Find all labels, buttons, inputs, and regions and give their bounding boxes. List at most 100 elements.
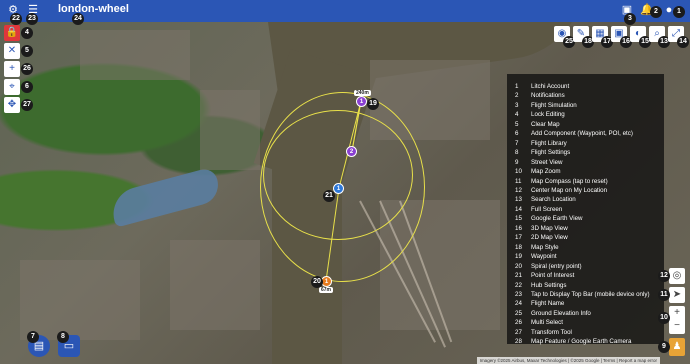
legend-label: Full Screen xyxy=(531,205,563,213)
map-toolbar-item: ⤢ 14 xyxy=(668,26,689,48)
legend-item: 22 Hub Settings xyxy=(515,281,658,290)
zoom-in-button[interactable]: + xyxy=(669,306,685,319)
legend-number: 16 xyxy=(515,224,522,232)
map-toolbar-item: ▣ 16 xyxy=(611,26,632,48)
legend-number: 21 xyxy=(515,272,522,280)
move-icon: ✥ xyxy=(7,99,17,110)
legend-label: Transform Tool xyxy=(531,328,572,336)
legend-number: 22 xyxy=(515,281,522,289)
legend-label: Add Component (Waypoint, POI, etc) xyxy=(531,130,633,138)
street-view-button[interactable]: ♟ xyxy=(669,338,685,356)
legend-number: 12 xyxy=(515,186,522,194)
legend-label: Map Compass (tap to reset) xyxy=(531,177,608,185)
legend-item: 21 Point of Interest xyxy=(515,271,658,280)
add-component-button[interactable]: + xyxy=(4,61,20,77)
legend-label: 2D Map View xyxy=(531,234,568,242)
map-toolbar-item: ✎ 18 xyxy=(573,26,594,48)
close-button[interactable]: ✕ xyxy=(4,43,20,59)
legend-number: 17 xyxy=(515,234,522,242)
legend-label: 3D Map View xyxy=(531,224,568,232)
move-button[interactable]: ✥ xyxy=(4,97,20,113)
badge-8: 8 xyxy=(57,331,69,343)
legend-item: 8 Flight Settings xyxy=(515,148,658,157)
lock-button[interactable]: 🔒 xyxy=(4,25,20,41)
legend-item: 9 Street View xyxy=(515,158,658,167)
legend-label: Flight Library xyxy=(531,139,567,147)
legend-number: 13 xyxy=(515,196,522,204)
legend-label: Center Map on My Location xyxy=(531,186,608,194)
legend-number: 24 xyxy=(515,300,522,308)
legend-item: 3 Flight Simulation xyxy=(515,101,658,110)
legend-number: 6 xyxy=(515,130,519,138)
legend-label: Spiral (entry point) xyxy=(531,262,582,270)
toolbar-badge: 26 xyxy=(21,63,33,75)
legend-item: 11 Map Compass (tap to reset) xyxy=(515,177,658,186)
map-toolbar-item: ◉ 25 xyxy=(554,26,575,48)
legend-label: Notifications xyxy=(531,92,565,100)
spiral-badge: 20 xyxy=(311,276,323,288)
legend-item: 27 Transform Tool xyxy=(515,328,658,337)
waypoint-1[interactable]: 1 xyxy=(356,96,367,107)
legend-item: 7 Flight Library xyxy=(515,139,658,148)
legend-label: Ground Elevation Info xyxy=(531,309,591,317)
legend-item: 1 Litchi Account xyxy=(515,82,658,91)
toolbar-badge: 6 xyxy=(21,81,33,93)
badge-24: 24 xyxy=(72,13,84,25)
top-bar[interactable]: ⚙ ☰ london-wheel ▣ 🔔 ● xyxy=(0,0,690,22)
legend-label: Multi Select xyxy=(531,319,563,327)
legend-item: 28 Map Feature / Google Earth Camera xyxy=(515,337,658,346)
spiral-altitude-tag: 67m xyxy=(319,287,334,293)
legend-item: 17 2D Map View xyxy=(515,233,658,242)
legend-label: Map Feature / Google Earth Camera xyxy=(531,338,632,346)
waypoint-2[interactable]: 2 xyxy=(346,146,357,157)
zoom-out-button[interactable]: − xyxy=(669,319,685,332)
legend-number: 15 xyxy=(515,215,522,223)
location-icon: ⌖ xyxy=(9,81,15,92)
legend-panel: 1 Litchi Account 2 Notifications 3 Flight Sim… xyxy=(507,74,664,346)
legend-item: 6 Add Component (Waypoint, POI, etc) xyxy=(515,129,658,138)
legend-number: 20 xyxy=(515,262,522,270)
legend-label: Search Location xyxy=(531,196,576,204)
legend-item: 20 Spiral (entry point) xyxy=(515,262,658,271)
legend-item: 24 Flight Name xyxy=(515,299,658,308)
legend-label: Lock Editing xyxy=(531,111,565,119)
legend-label: Map Zoom xyxy=(531,168,561,176)
legend-item: 14 Full Screen xyxy=(515,205,658,214)
center-location-button[interactable]: ◎ xyxy=(669,268,685,284)
legend-label: Street View xyxy=(531,158,563,166)
map-toolbar-item: ▦ 17 xyxy=(592,26,613,48)
toolbar-badge: 27 xyxy=(21,99,33,111)
map-attribution[interactable]: Imagery ©2025 Airbus, Maxar Technologies… xyxy=(476,357,660,364)
legend-label: Flight Simulation xyxy=(531,101,577,109)
map-toolbar-item: ⌕ 13 xyxy=(649,26,670,48)
badge-12: 12 xyxy=(658,270,670,282)
legend-number: 1 xyxy=(515,83,519,90)
legend-label: Flight Settings xyxy=(531,149,571,157)
point-of-interest[interactable]: 1 xyxy=(333,183,344,194)
legend-item: 25 Ground Elevation Info xyxy=(515,309,658,318)
badge-2: 2 xyxy=(650,6,662,18)
waypoint-altitude-tag: 240m xyxy=(354,90,371,96)
legend-number: 5 xyxy=(515,120,519,128)
legend-item: 15 Google Earth View xyxy=(515,214,658,223)
pegman-icon: ♟ xyxy=(672,341,682,352)
badge-23: 23 xyxy=(26,13,38,25)
legend-item: 13 Search Location xyxy=(515,195,658,204)
legend-item: 10 Map Zoom xyxy=(515,167,658,176)
zoom-control[interactable]: + − xyxy=(669,306,685,334)
legend-number: 3 xyxy=(515,101,519,109)
legend-label: Clear Map xyxy=(531,120,560,128)
legend-label: Point of Interest xyxy=(531,272,575,280)
location-button[interactable]: ⌖ xyxy=(4,79,20,95)
legend-label: Flight Name xyxy=(531,300,565,308)
legend-item: 23 Tap to Display Top Bar (mobile device … xyxy=(515,290,658,299)
badge-22: 22 xyxy=(10,13,22,25)
legend-number: 2 xyxy=(515,92,519,100)
legend-number: 9 xyxy=(515,158,519,166)
compass-button[interactable]: ➤ xyxy=(669,287,685,303)
path-segment xyxy=(351,100,362,152)
flight-name[interactable]: london-wheel xyxy=(58,3,129,15)
legend-number: 14 xyxy=(515,205,522,213)
legend-number: 28 xyxy=(515,338,522,346)
badge-9: 9 xyxy=(658,341,670,353)
